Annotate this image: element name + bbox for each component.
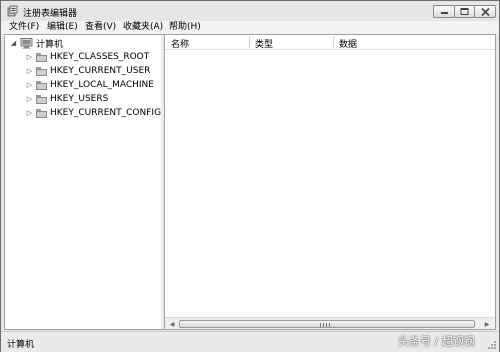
close-icon <box>480 7 490 16</box>
menu-file[interactable]: 文件(F) <box>9 22 39 33</box>
menu-edit[interactable]: 编辑(E) <box>47 22 78 33</box>
folder-icon <box>36 108 47 118</box>
grip-line <box>329 323 330 327</box>
menu-view[interactable]: 查看(V) <box>85 22 116 33</box>
collapsed-arrow-icon[interactable]: ▷ <box>25 67 34 76</box>
scroll-right-icon[interactable]: ▶ <box>481 319 493 329</box>
minimize-button[interactable] <box>433 5 455 18</box>
registry-tree[interactable]: ◢ 计算机 ▷ HKEY_CLASSES_ROOT ▷ HKEY_CURRENT… <box>5 35 162 329</box>
column-divider[interactable] <box>333 36 334 48</box>
computer-icon <box>20 37 33 49</box>
folder-icon <box>36 94 47 104</box>
folder-icon <box>36 66 47 76</box>
tree-item-hkcu[interactable]: ▷ HKEY_CURRENT_USER <box>25 64 151 78</box>
menu-bar: 文件(F) 编辑(E) 查看(V) 收藏夹(A) 帮助(H) <box>1 21 499 34</box>
tree-label-computer: 计算机 <box>36 39 64 50</box>
registry-editor-window: 注册表编辑器 文件(F) 编辑(E) 查看(V) 收藏夹(A) 帮助(H) ◢ <box>0 0 500 352</box>
tree-label-hkcc: HKEY_CURRENT_CONFIG <box>50 108 162 118</box>
column-header-name[interactable]: 名称 <box>171 37 189 50</box>
minimize-icon <box>440 12 448 14</box>
values-list[interactable]: 名称 类型 数据 ◀ ▶ <box>165 35 495 329</box>
tree-item-hklm[interactable]: ▷ HKEY_LOCAL_MACHINE <box>25 78 154 92</box>
tree-label-hklm: HKEY_LOCAL_MACHINE <box>50 80 154 90</box>
maximize-icon <box>460 8 469 15</box>
grip-line <box>320 323 321 327</box>
window-title: 注册表编辑器 <box>23 9 78 19</box>
collapsed-arrow-icon[interactable]: ▷ <box>25 53 34 62</box>
grip-line <box>323 323 324 327</box>
registry-editor-icon <box>7 5 18 17</box>
main-content: ◢ 计算机 ▷ HKEY_CLASSES_ROOT ▷ HKEY_CURRENT… <box>4 34 496 330</box>
tree-item-hkcc[interactable]: ▷ HKEY_CURRENT_CONFIG <box>25 106 161 120</box>
grip-line <box>326 323 327 327</box>
tree-item-computer[interactable]: ◢ 计算机 <box>9 36 63 50</box>
folder-icon <box>36 80 47 90</box>
close-button[interactable] <box>474 5 496 18</box>
folder-icon <box>36 52 47 62</box>
collapsed-arrow-icon[interactable]: ▷ <box>25 109 34 118</box>
tree-label-hkcu: HKEY_CURRENT_USER <box>50 66 151 76</box>
resize-grip-icon[interactable] <box>487 340 497 350</box>
horizontal-scrollbar[interactable]: ◀ ▶ <box>165 317 495 329</box>
column-header-type[interactable]: 类型 <box>255 37 273 50</box>
tree-item-hku[interactable]: ▷ HKEY_USERS <box>25 92 109 106</box>
menu-favorites[interactable]: 收藏夹(A) <box>123 22 163 33</box>
scroll-left-icon[interactable]: ◀ <box>166 319 178 329</box>
scrollbar-thumb[interactable] <box>179 320 475 328</box>
tree-item-hkcr[interactable]: ▷ HKEY_CLASSES_ROOT <box>25 50 149 64</box>
menu-help[interactable]: 帮助(H) <box>169 22 201 33</box>
watermark-text: 头条号 / 超钢钢 <box>398 335 475 348</box>
status-text: 计算机 <box>7 340 35 350</box>
maximize-button[interactable] <box>454 5 475 18</box>
collapsed-arrow-icon[interactable]: ▷ <box>25 81 34 90</box>
title-bar[interactable]: 注册表编辑器 <box>1 1 499 21</box>
tree-label-hkcr: HKEY_CLASSES_ROOT <box>50 52 150 62</box>
column-divider[interactable] <box>249 36 250 48</box>
collapsed-arrow-icon[interactable]: ▷ <box>25 95 34 104</box>
list-header: 名称 类型 数据 <box>165 35 495 50</box>
expanded-arrow-icon[interactable]: ◢ <box>9 39 18 48</box>
tree-label-hku: HKEY_USERS <box>50 94 109 104</box>
column-header-data[interactable]: 数据 <box>339 37 357 50</box>
